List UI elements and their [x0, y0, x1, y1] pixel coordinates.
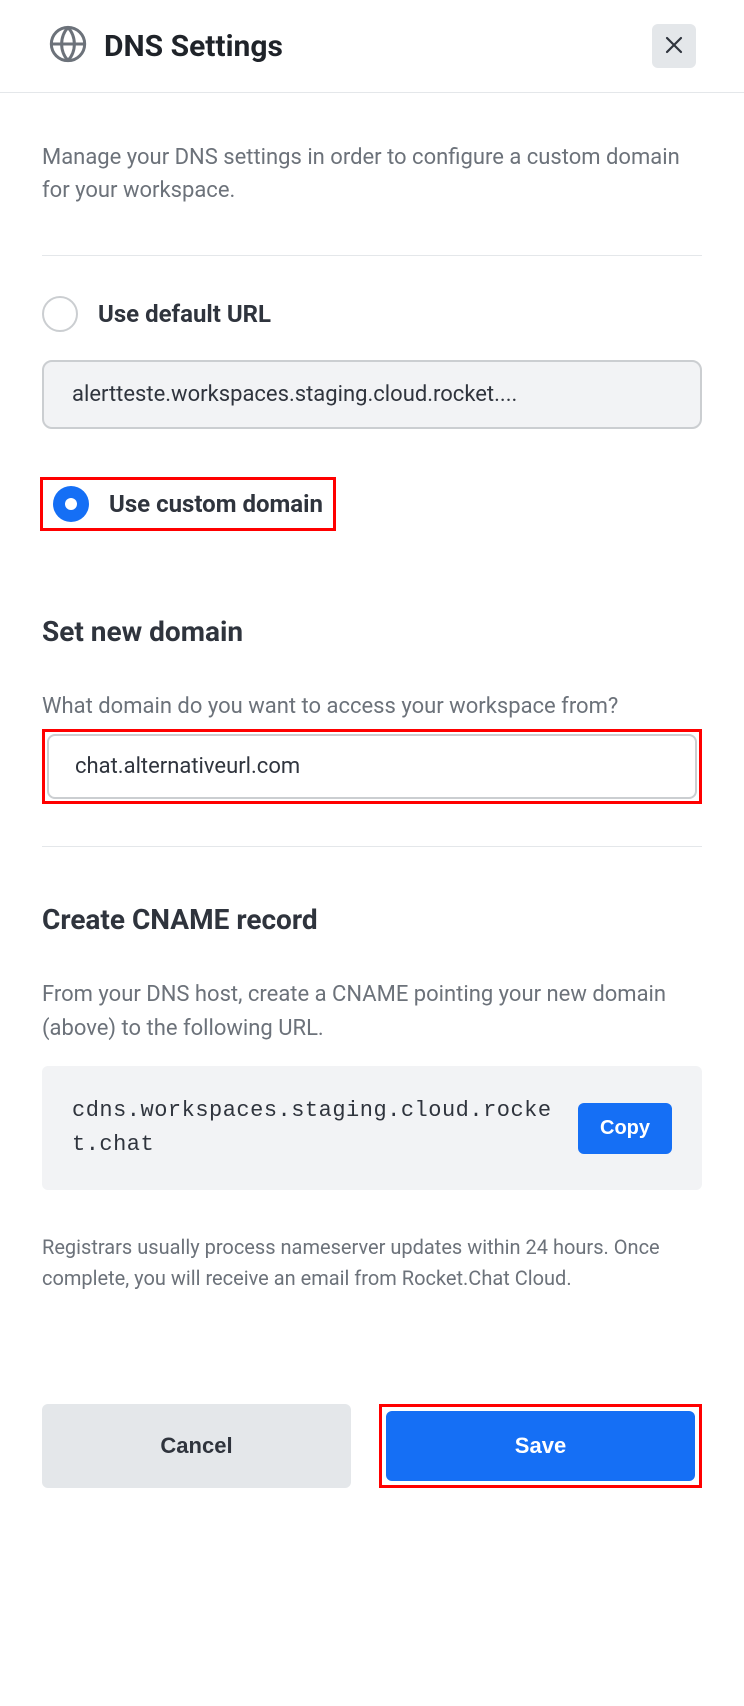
default-url-display: alertteste.workspaces.staging.cloud.rock… [42, 360, 702, 429]
registrar-note: Registrars usually process nameserver up… [42, 1232, 702, 1294]
set-domain-title: Set new domain [42, 615, 702, 648]
cname-box: cdns.workspaces.staging.cloud.rocket.cha… [42, 1066, 702, 1190]
copy-button[interactable]: Copy [578, 1103, 672, 1154]
globe-icon [48, 24, 88, 68]
option-custom-domain[interactable]: Use custom domain [53, 486, 323, 522]
domain-input-highlight [42, 729, 702, 804]
page-title: DNS Settings [104, 29, 283, 64]
radio-inner-dot [65, 498, 77, 510]
domain-input[interactable] [47, 734, 697, 799]
cname-description: From your DNS host, create a CNAME point… [42, 978, 702, 1046]
radio-selected-icon [53, 486, 89, 522]
cancel-button[interactable]: Cancel [42, 1404, 351, 1488]
save-button-highlight: Save [379, 1404, 702, 1488]
dialog-header: DNS Settings [0, 0, 744, 93]
dialog-content: Manage your DNS settings in order to con… [0, 93, 744, 1536]
dialog-footer: Cancel Save [42, 1404, 702, 1488]
set-domain-question: What domain do you want to access your w… [42, 690, 702, 723]
close-icon [662, 33, 686, 60]
radio-unselected-icon [42, 296, 78, 332]
option-default-label: Use default URL [98, 300, 271, 328]
description-text: Manage your DNS settings in order to con… [42, 141, 702, 207]
header-left: DNS Settings [48, 24, 283, 68]
save-button[interactable]: Save [386, 1411, 695, 1481]
option-default-url[interactable]: Use default URL [42, 296, 702, 332]
divider [42, 846, 702, 847]
close-button[interactable] [652, 24, 696, 68]
option-custom-domain-highlight: Use custom domain [40, 477, 336, 531]
cname-title: Create CNAME record [42, 903, 702, 936]
cname-url: cdns.workspaces.staging.cloud.rocket.cha… [72, 1094, 558, 1162]
option-custom-label: Use custom domain [109, 490, 323, 518]
divider [42, 255, 702, 256]
